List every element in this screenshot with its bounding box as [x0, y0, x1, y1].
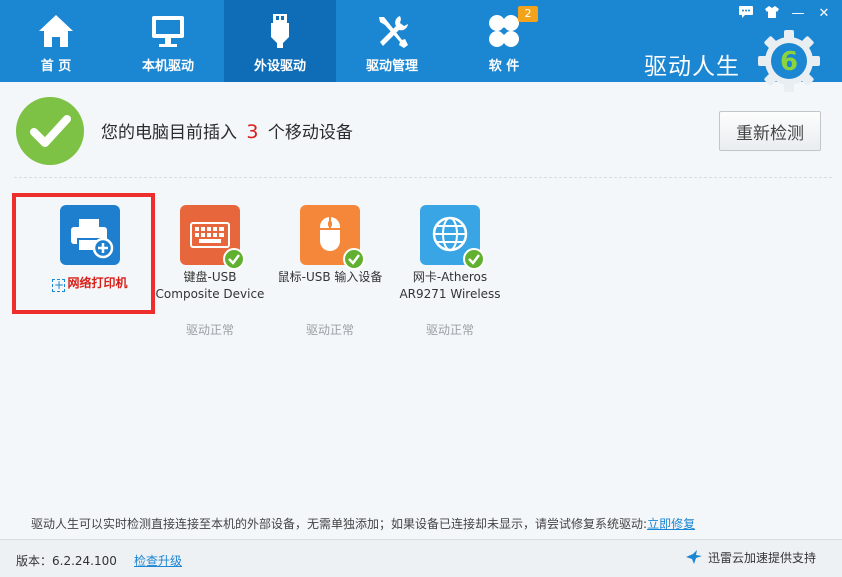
hint-text: 驱动人生可以实时检测直接连接至本机的外部设备，无需单独添加；如果设备已连接却未显…: [31, 517, 696, 531]
section-divider: [14, 177, 832, 178]
nav-home-label: 首 页: [40, 59, 72, 74]
window-controls: — ✕: [736, 5, 834, 23]
driver-ok-icon: [343, 248, 365, 270]
keyboard-name: 键盘-USB Composite Device: [155, 270, 265, 301]
nav-home[interactable]: 首 页: [0, 0, 112, 82]
top-bar: 首 页 本机驱动 外设驱动 驱动管理 软 件 2 — ✕ 驱动人生 6: [0, 0, 842, 92]
feedback-icon[interactable]: [736, 5, 756, 23]
status-prefix: 您的电脑目前插入: [101, 123, 237, 143]
main-nav: 首 页 本机驱动 外设驱动 驱动管理 软 件: [0, 0, 560, 82]
nav-software-label: 软 件: [488, 59, 520, 74]
brand-name: 驱动人生: [644, 54, 740, 80]
repair-now-link[interactable]: 立即修复: [647, 517, 695, 531]
keyboard-driver-status: 驱动正常: [185, 323, 234, 337]
driver-life-logo: 6: [758, 30, 820, 92]
nav-driver-management[interactable]: 驱动管理: [336, 0, 448, 82]
add-icon: +: [52, 278, 66, 292]
monitor-icon: [152, 16, 184, 47]
driver-ok-icon: [463, 248, 485, 270]
status-suffix: 个移动设备: [267, 123, 353, 143]
close-button[interactable]: ✕: [814, 5, 834, 23]
mouse-name: 鼠标-USB 输入设备: [277, 270, 383, 284]
device-count: 3: [246, 121, 259, 143]
mouse-driver-status: 驱动正常: [305, 323, 354, 337]
accelerator-credit: 迅雷云加速提供支持: [685, 549, 816, 566]
nav-driver-management-label: 驱动管理: [365, 59, 418, 74]
keyboard-icon: [180, 205, 245, 270]
nav-local-drivers[interactable]: 本机驱动: [112, 0, 224, 82]
tools-icon: [379, 16, 408, 48]
thunder-bird-icon: [686, 550, 702, 564]
driver-ok-icon: [223, 248, 245, 270]
nav-peripheral-drivers[interactable]: 外设驱动: [224, 0, 336, 82]
status-bar: 版本：6.2.24.100 检查升级 迅雷云加速提供支持: [0, 539, 842, 577]
version-label: 版本：6.2.24.100: [16, 554, 117, 568]
shirt-icon[interactable]: [762, 5, 782, 23]
usb-icon: [271, 14, 289, 48]
network-printer-name: 网络打印机: [67, 276, 128, 290]
logo-digit: 6: [780, 47, 798, 77]
device-network-printer[interactable]: + 网络打印机: [30, 205, 150, 292]
status-check-icon: [16, 97, 84, 165]
home-icon: [39, 15, 73, 47]
nav-local-drivers-label: 本机驱动: [141, 59, 194, 74]
check-upgrade-link[interactable]: 检查升级: [134, 552, 182, 569]
globe-icon: [420, 205, 485, 270]
nav-peripheral-drivers-label: 外设驱动: [253, 59, 306, 74]
minimize-button[interactable]: —: [788, 5, 808, 23]
add-network-printer-label[interactable]: + 网络打印机: [30, 274, 150, 292]
recheck-button[interactable]: 重新检测: [719, 111, 821, 151]
printer-icon: [60, 205, 120, 265]
device-mouse[interactable]: 鼠标-USB 输入设备 驱动正常: [270, 205, 390, 337]
software-update-badge: 2: [518, 6, 538, 22]
device-keyboard[interactable]: 键盘-USB Composite Device 驱动正常: [150, 205, 270, 337]
network-card-name: 网卡-Atheros AR9271 Wireless: [399, 270, 501, 301]
nav-software[interactable]: 软 件: [448, 0, 560, 82]
device-network-card[interactable]: 网卡-Atheros AR9271 Wireless 驱动正常: [390, 205, 510, 337]
mouse-icon: [300, 205, 365, 270]
device-count-message: 您的电脑目前插入 3 个移动设备: [101, 118, 353, 143]
network-card-driver-status: 驱动正常: [425, 323, 474, 337]
